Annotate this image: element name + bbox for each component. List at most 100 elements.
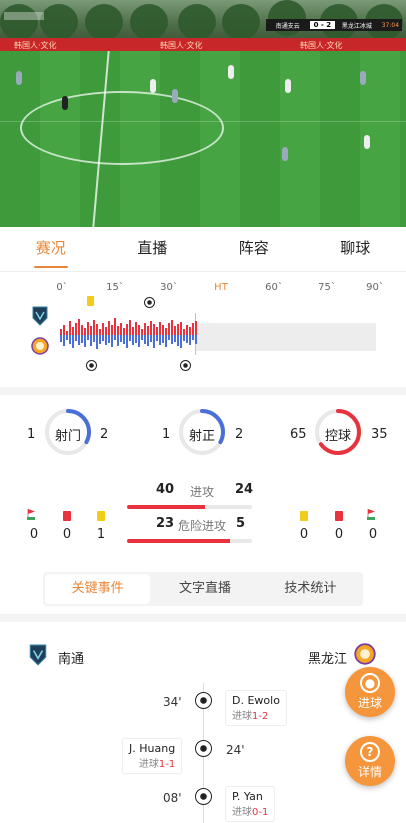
red-card-icon <box>335 511 343 521</box>
question-icon: ? <box>360 742 380 762</box>
detail-button[interactable]: ? 详情 <box>345 736 395 786</box>
momentum-bar-away <box>135 335 137 343</box>
tab-live[interactable]: 直播 <box>102 227 204 271</box>
momentum-bar-home <box>84 328 86 335</box>
momentum-bar-away <box>90 335 92 346</box>
away-team-name: 黑龙江 <box>308 652 348 667</box>
tab-match[interactable]: 赛况 <box>0 227 102 271</box>
corner-flag-icon <box>27 509 35 520</box>
momentum-bar-away <box>114 335 116 340</box>
momentum-bar-away <box>174 335 176 342</box>
momentum-bar-away <box>123 335 125 344</box>
momentum-bar-away <box>66 335 68 340</box>
main-tabs: 赛况 直播 阵容 聊球 <box>0 227 406 272</box>
segment-tech-stats[interactable]: 技术统计 <box>258 572 363 606</box>
attacks-label: 进攻 <box>190 485 215 499</box>
corners-home: 0 <box>29 527 39 542</box>
yellow-card-icon <box>87 296 94 306</box>
momentum-bar-away <box>102 335 104 341</box>
minute-label-ht: HT <box>214 282 228 293</box>
momentum-bar-away <box>105 335 107 345</box>
momentum-bar-home <box>192 323 194 335</box>
momentum-bars <box>60 318 376 355</box>
momentum-bar-home <box>168 323 170 335</box>
momentum-bar-home <box>159 322 161 335</box>
momentum-bar-away <box>132 335 134 345</box>
event-card[interactable]: J. Huang 进球1-1 <box>122 738 183 774</box>
momentum-bar-away <box>99 335 101 344</box>
match-video[interactable]: 韩国人·文化 韩国人·文化 韩国人·文化 南通支云 0 - 2 黑龙江冰城 37… <box>0 0 406 227</box>
red-cards-home: 0 <box>62 527 72 542</box>
corner-flag-icon <box>367 509 375 520</box>
momentum-bar-home <box>108 321 110 335</box>
momentum-bar-away <box>117 335 119 346</box>
momentum-bar-away <box>75 335 77 341</box>
momentum-bar-home <box>78 319 80 335</box>
momentum-bar-home <box>75 323 77 335</box>
minute-label: 75` <box>318 282 336 293</box>
yellow-cards-away: 0 <box>299 527 309 542</box>
shots-away: 2 <box>100 427 109 442</box>
danger-away: 5 <box>236 516 246 531</box>
momentum-bar-home <box>69 321 71 335</box>
momentum-bar-away <box>141 335 143 340</box>
corners-away: 0 <box>368 527 378 542</box>
divider <box>0 614 406 622</box>
momentum-bar-away <box>111 335 113 347</box>
momentum-bar-away <box>120 335 122 342</box>
momentum-bar-home <box>93 320 95 335</box>
momentum-bar-home <box>72 327 74 335</box>
heilongjiang-crest-icon <box>354 643 376 665</box>
ad-board: 韩国人·文化 韩国人·文化 韩国人·文化 <box>0 38 406 51</box>
momentum-bar-home <box>90 326 92 335</box>
momentum-bar-home <box>162 325 164 335</box>
segment-key-events[interactable]: 关键事件 <box>45 574 151 604</box>
momentum-bar-home <box>156 327 158 335</box>
minute-label: 30` <box>160 282 178 293</box>
momentum-bar-away <box>159 335 161 345</box>
momentum-bar-home <box>114 318 116 335</box>
momentum-bar-away <box>63 335 65 346</box>
pitch <box>0 51 406 227</box>
momentum-bar-home <box>111 325 113 335</box>
event-minute: 08' <box>163 791 182 805</box>
momentum-bar-away <box>60 335 62 342</box>
tab-lineup[interactable]: 阵容 <box>203 227 305 271</box>
momentum-bar-away <box>186 335 188 343</box>
goal-filter-button[interactable]: ● 进球 <box>345 667 395 717</box>
minute-label: 60` <box>265 282 283 293</box>
goal-ball-icon <box>195 788 212 805</box>
tab-chat[interactable]: 聊球 <box>305 227 406 271</box>
momentum-bar-home <box>120 323 122 335</box>
minute-label: 15` <box>106 282 124 293</box>
danger-label: 危险进攻 <box>178 519 227 533</box>
momentum-bar-home <box>87 322 89 335</box>
event-type: 进球 <box>232 807 252 818</box>
event-player: J. Huang <box>129 742 176 755</box>
momentum-bar-home <box>180 322 182 335</box>
goal-ball-icon <box>144 297 155 308</box>
momentum-bar-home <box>123 328 125 335</box>
event-card[interactable]: D. Ewolo 进球1-2 <box>225 690 287 726</box>
nantong-crest-icon <box>32 306 48 326</box>
event-score: 1-1 <box>158 759 176 770</box>
momentum-bar-home <box>186 325 188 335</box>
event-score: 0-1 <box>252 807 269 818</box>
momentum-bar-away <box>153 335 155 348</box>
minute-label: 90` <box>366 282 384 293</box>
momentum-bar-home <box>138 325 140 335</box>
momentum-bar-away <box>84 335 86 347</box>
momentum-bar-away <box>87 335 89 340</box>
momentum-bar-away <box>183 335 185 341</box>
segment-text-live[interactable]: 文字直播 <box>152 572 257 606</box>
on-target-label: 射正 <box>188 429 215 444</box>
event-card[interactable]: P. Yan 进球0-1 <box>225 786 276 822</box>
momentum-bar-home <box>150 321 152 335</box>
momentum-bar-away <box>81 335 83 343</box>
momentum-bar-away <box>96 335 98 349</box>
momentum-bar-away <box>165 335 167 347</box>
event-type: 进球 <box>138 759 159 770</box>
momentum-bar-home <box>63 325 65 335</box>
momentum-bar-away <box>129 335 131 341</box>
event-minute: 34' <box>163 695 182 709</box>
